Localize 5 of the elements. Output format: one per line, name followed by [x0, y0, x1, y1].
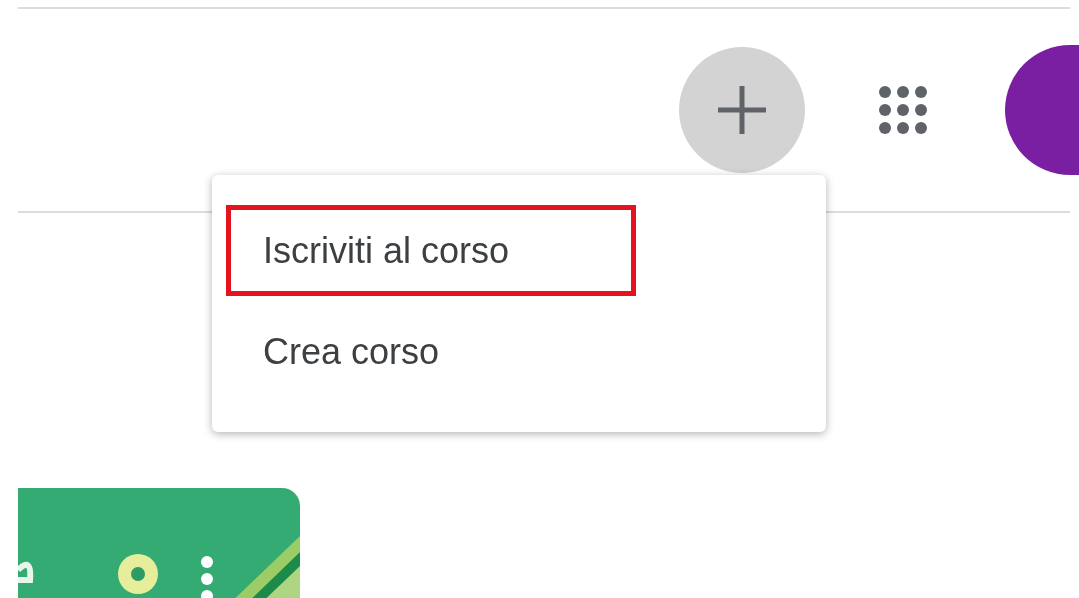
apps-grid-icon[interactable] [877, 84, 929, 136]
course-card[interactable] [18, 488, 300, 598]
plus-icon [716, 84, 768, 136]
menu-item[interactable]: Iscriviti al corso [226, 205, 636, 296]
menu-item[interactable]: Crea corso [226, 306, 636, 397]
